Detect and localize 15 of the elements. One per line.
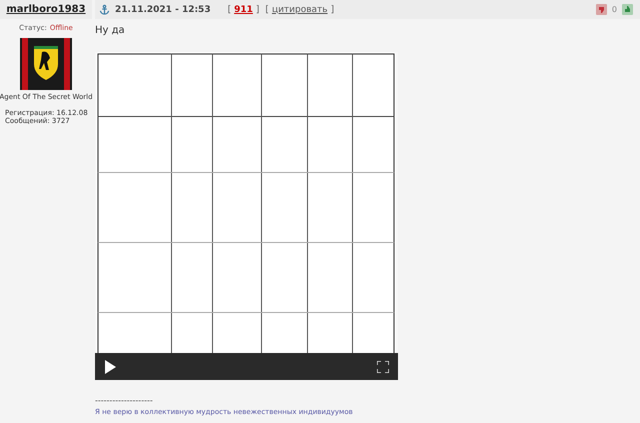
post-text: Ну да [95, 25, 126, 38]
rating-count: 0 [612, 5, 617, 14]
thumbs-up-icon [622, 4, 633, 15]
anchor-icon [99, 4, 110, 15]
bracket: [ [265, 4, 269, 14]
signature-divider: -------------------- [95, 396, 154, 405]
bracket: [ [228, 4, 232, 14]
post-date: 21.11.2021 - 12:53 [115, 4, 211, 14]
post-number-link[interactable]: 911 [234, 4, 253, 14]
quote-link[interactable]: цитировать [272, 4, 328, 14]
thumbs-down-icon [596, 4, 607, 15]
play-icon [105, 360, 116, 374]
bracket: ] [330, 4, 334, 14]
fullscreen-icon [377, 361, 389, 373]
bracket: ] [256, 4, 260, 14]
